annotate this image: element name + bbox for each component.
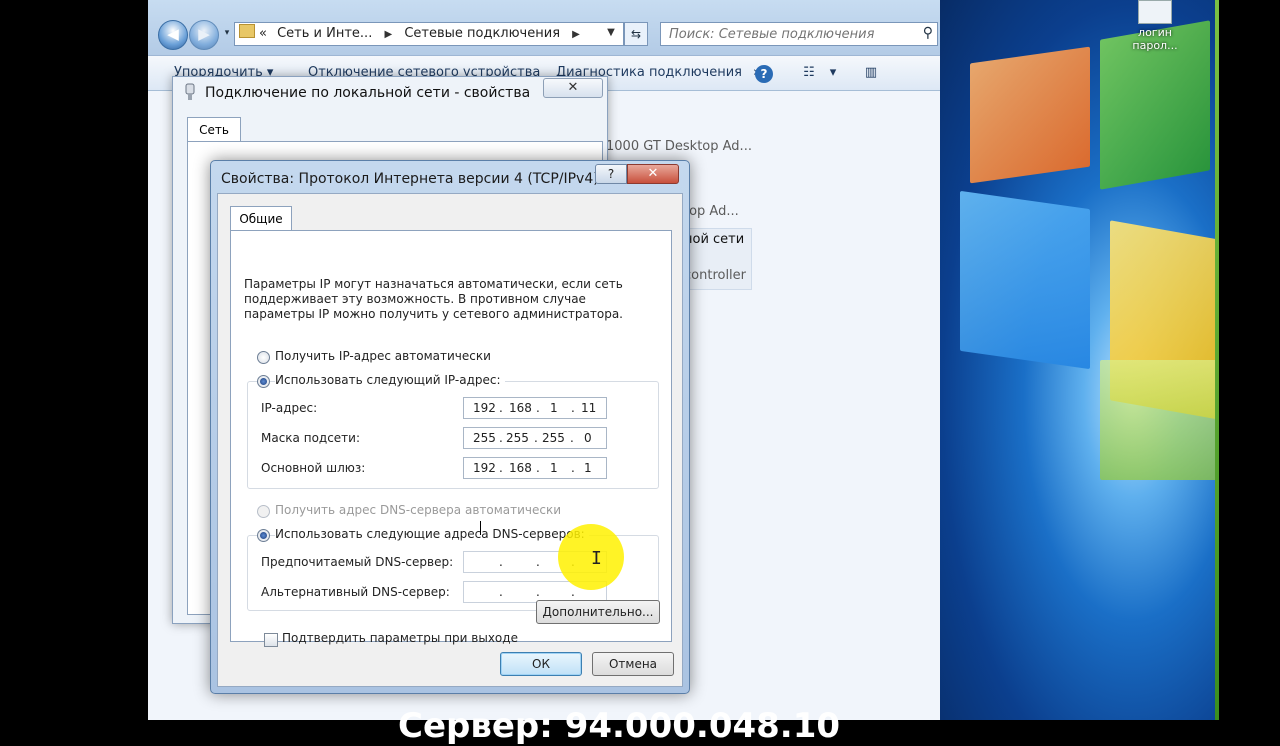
radio-ip-auto[interactable] <box>257 351 270 364</box>
address-dropdown-icon[interactable]: ▼ <box>600 22 622 44</box>
wallpaper-grass <box>1100 360 1215 480</box>
wallpaper-pane-blue <box>960 190 1090 370</box>
radio-dns-auto[interactable] <box>257 505 270 518</box>
desktop-icon-label: логин парол... <box>1132 26 1178 52</box>
connection-adapter-text-2[interactable]: top Ad... <box>684 204 739 219</box>
ip-octet-4[interactable]: 11 <box>581 401 596 415</box>
forward-button[interactable]: ▶ <box>189 20 219 50</box>
ip-address-field[interactable]: 192. 168. 1. 11 <box>463 397 607 419</box>
mask-octet-1[interactable]: 255 <box>473 431 496 445</box>
ip-octet-2[interactable]: 168 <box>509 401 532 415</box>
ip-octet-1[interactable]: 192 <box>473 401 496 415</box>
desktop-wallpaper: логин парол... <box>940 0 1215 720</box>
mask-octet-3[interactable]: 255 <box>542 431 565 445</box>
help-icon[interactable]: ? <box>755 65 773 83</box>
lan-dialog-title: Подключение по локальной сети - свойства <box>205 85 531 101</box>
network-adapter-icon <box>183 83 197 101</box>
radio-ip-auto-label[interactable]: Получить IP-адрес автоматически <box>275 349 491 363</box>
ipv4-properties-dialog: Свойства: Протокол Интернета версии 4 (T… <box>210 160 690 694</box>
gateway-field[interactable]: 192. 168. 1. 1 <box>463 457 607 479</box>
validate-label[interactable]: Подтвердить параметры при выходе <box>282 631 518 645</box>
mask-octet-4[interactable]: 0 <box>584 431 592 445</box>
ibeam-cursor-icon: I <box>591 548 602 569</box>
subnet-mask-label: Маска подсети: <box>261 431 361 445</box>
view-dropdown-icon[interactable]: ▾ <box>824 64 842 82</box>
breadcrumb-network-internet[interactable]: Сеть и Инте... <box>277 26 372 41</box>
validate-checkbox[interactable] <box>264 633 278 647</box>
cancel-button[interactable]: Отмена <box>592 652 674 676</box>
radio-dns-manual[interactable] <box>257 529 270 542</box>
network-folder-icon <box>239 24 255 38</box>
search-input[interactable] <box>667 23 911 45</box>
dns-preferred-label: Предпочитаемый DNS-сервер: <box>261 555 454 569</box>
video-overlay-caption: Сервер: 94.000.048.10 <box>398 706 841 746</box>
ip-description: Параметры IP могут назначаться автоматич… <box>244 277 623 321</box>
address-overflow[interactable]: « <box>259 26 267 41</box>
lan-close-button[interactable]: ✕ <box>543 78 603 98</box>
subnet-mask-field[interactable]: 255. 255. 255. 0 <box>463 427 607 449</box>
connection-name-text[interactable]: ной сети <box>684 232 744 247</box>
breadcrumb-network-connections[interactable]: Сетевые подключения <box>404 26 560 41</box>
radio-dns-manual-label[interactable]: Использовать следующие адреса DNS-сервер… <box>275 527 589 541</box>
radio-dns-auto-label[interactable]: Получить адрес DNS-сервера автоматически <box>275 503 561 517</box>
text-file-icon <box>1138 0 1172 24</box>
desktop-file-icon[interactable]: логин парол... <box>1125 0 1185 52</box>
forward-arrow-icon: ▶ <box>198 25 210 43</box>
ipv4-close-button[interactable]: ✕ <box>627 164 679 184</box>
ipv4-help-button[interactable]: ? <box>595 164 627 184</box>
mask-octet-2[interactable]: 255 <box>506 431 529 445</box>
radio-ip-manual[interactable] <box>257 375 270 388</box>
text-caret <box>480 521 481 535</box>
address-bar[interactable]: « Сеть и Инте... ▶ Сетевые подключения ▶ <box>234 22 624 46</box>
desktop-edge-strip <box>1215 0 1219 720</box>
ip-address-label: IP-адрес: <box>261 401 318 415</box>
recent-pages-dropdown[interactable]: ▾ <box>221 27 233 39</box>
advanced-button[interactable]: Дополнительно... <box>536 600 660 624</box>
search-box[interactable]: ⚲ <box>660 22 938 46</box>
tab-general[interactable]: Общие <box>230 206 292 231</box>
radio-ip-manual-label[interactable]: Использовать следующий IP-адрес: <box>275 373 505 387</box>
connection-adapter-text-1[interactable]: 1000 GT Desktop Ad... <box>606 139 752 154</box>
ok-button[interactable]: ОК <box>500 652 582 676</box>
breadcrumb-chevron-icon-2[interactable]: ▶ <box>572 29 580 40</box>
dns-alternate-label: Альтернативный DNS-сервер: <box>261 585 450 599</box>
back-arrow-icon: ◀ <box>167 25 179 43</box>
gw-octet-3[interactable]: 1 <box>550 461 558 475</box>
breadcrumb-chevron-icon[interactable]: ▶ <box>384 29 392 40</box>
wallpaper-pane-orange <box>970 46 1090 184</box>
gateway-label: Основной шлюз: <box>261 461 366 475</box>
view-options-icon[interactable]: ☷ <box>800 64 818 82</box>
refresh-button[interactable]: ⇆ <box>624 22 648 46</box>
ip-octet-3[interactable]: 1 <box>550 401 558 415</box>
ipv4-dialog-title: Свойства: Протокол Интернета версии 4 (T… <box>221 171 599 187</box>
connection-controller-text[interactable]: controller <box>684 268 746 283</box>
refresh-icon: ⇆ <box>630 27 642 41</box>
gw-octet-2[interactable]: 168 <box>509 461 532 475</box>
preview-pane-icon[interactable]: ▥ <box>862 64 880 82</box>
back-button[interactable]: ◀ <box>158 20 188 50</box>
tab-network[interactable]: Сеть <box>187 117 241 142</box>
ipv4-client-area: Общие Параметры IP могут назначаться авт… <box>217 193 683 687</box>
gw-octet-4[interactable]: 1 <box>584 461 592 475</box>
search-icon[interactable]: ⚲ <box>923 25 933 41</box>
gw-octet-1[interactable]: 192 <box>473 461 496 475</box>
